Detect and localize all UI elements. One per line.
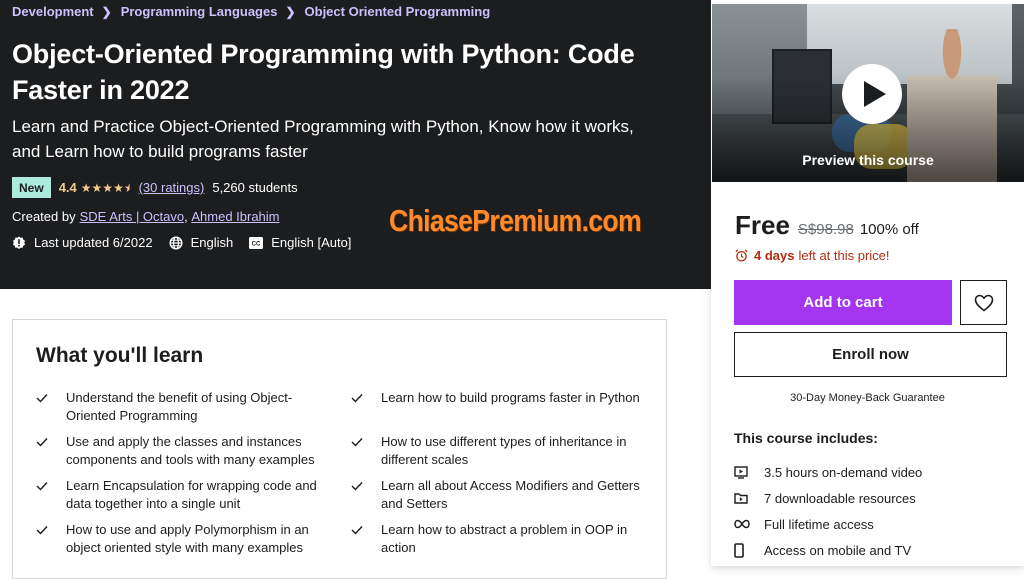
students-count: 5,260 students (212, 180, 298, 195)
current-price: Free (735, 210, 790, 240)
chevron-right-icon: ❯ (101, 4, 112, 19)
author-link-ahmed-ibrahim[interactable]: Ahmed Ibrahim (191, 209, 279, 224)
timer-text: left at this price! (798, 248, 890, 263)
learn-item: Learn all about Access Modifiers and Get… (351, 477, 656, 521)
mobile-icon (734, 542, 764, 558)
check-icon (36, 521, 66, 540)
language: English (169, 235, 234, 250)
language-text: English (190, 235, 234, 250)
wishlist-button[interactable] (960, 280, 1007, 325)
svg-text:CC: CC (252, 241, 261, 247)
include-item: Full lifetime access (734, 511, 922, 537)
author-link-sde-arts[interactable]: SDE Arts | Octavo (80, 209, 185, 224)
check-icon (36, 477, 66, 496)
original-price: S$98.98 (797, 221, 854, 238)
infinity-icon (734, 519, 764, 529)
captions-text: English [Auto] (271, 235, 352, 250)
closed-captions-icon: CC (249, 236, 264, 249)
chevron-right-icon: ❯ (285, 4, 296, 19)
learn-item: Use and apply the classes and instances … (36, 433, 351, 477)
course-subtitle: Learn and Practice Object-Oriented Progr… (12, 117, 634, 161)
course-preview[interactable]: Preview this course (712, 4, 1024, 182)
breadcrumb-programming-languages[interactable]: Programming Languages (121, 4, 278, 19)
ratings-link[interactable]: (30 ratings) (139, 180, 205, 195)
new-badge: New (12, 177, 51, 198)
play-icon (864, 81, 886, 107)
star-icon: ★ (113, 180, 124, 195)
star-icon: ★ (80, 180, 92, 195)
breadcrumb-oop[interactable]: Object Oriented Programming (305, 4, 491, 19)
days-left: 4 days (754, 248, 795, 263)
price-timer: 4 days left at this price! (735, 248, 890, 263)
star-icon: ★ (91, 180, 103, 195)
what-youll-learn-heading: What you'll learn (36, 344, 204, 367)
star-icon: ★ (102, 180, 114, 195)
last-updated-text: Last updated 6/2022 (34, 235, 153, 250)
include-item: 7 downloadable resources (734, 485, 922, 511)
check-icon (36, 389, 66, 408)
play-button[interactable] (842, 64, 902, 124)
learn-item: Learn how to build programs faster in Py… (351, 389, 656, 433)
last-updated: Last updated 6/2022 (12, 235, 153, 250)
price-row: Free S$98.98 100% off (735, 210, 919, 241)
learn-item: Learn how to abstract a problem in OOP i… (351, 521, 656, 565)
course-info-row: Last updated 6/2022 English CC English [… (12, 235, 367, 250)
include-item: Access on mobile and TV (734, 537, 922, 563)
watermark-logo: ChiasePremium.com (389, 203, 642, 238)
breadcrumb: Development ❯ Programming Languages ❯ Ob… (12, 4, 490, 19)
preview-label[interactable]: Preview this course (712, 152, 1024, 168)
include-item: 3.5 hours on-demand video (734, 459, 922, 485)
alarm-clock-icon (735, 249, 748, 262)
learn-item: Understand the benefit of using Object-O… (36, 389, 351, 433)
check-icon (36, 433, 66, 452)
course-includes-list: 3.5 hours on-demand video 7 downloadable… (734, 459, 922, 563)
heart-icon (974, 294, 993, 312)
discount-percent: 100% off (859, 221, 919, 238)
learn-item: How to use different types of inheritanc… (351, 433, 656, 477)
course-title: Object-Oriented Programming with Python:… (12, 39, 635, 105)
what-youll-learn-box: What you'll learn Understand the benefit… (12, 319, 667, 579)
check-icon (351, 477, 381, 496)
half-star-icon: ★ (123, 180, 135, 195)
globe-icon (169, 235, 183, 250)
rating-value: 4.4 (58, 180, 77, 195)
learn-item: Learn Encapsulation for wrapping code an… (36, 477, 351, 521)
captions: CC English [Auto] (249, 235, 351, 250)
money-back-guarantee: 30-Day Money-Back Guarantee (790, 392, 945, 404)
download-folder-icon (734, 492, 764, 504)
check-icon (351, 389, 381, 408)
author-separator: , (184, 209, 192, 224)
check-icon (351, 433, 381, 452)
learn-list: Understand the benefit of using Object-O… (36, 389, 656, 565)
enroll-now-button[interactable]: Enroll now (734, 332, 1007, 377)
add-to-cart-button[interactable]: Add to cart (734, 280, 952, 325)
video-icon (734, 465, 764, 479)
alert-badge-icon (13, 236, 25, 249)
created-by-label: Created by (12, 209, 76, 224)
learn-item: How to use and apply Polymorphism in an … (36, 521, 351, 565)
star-rating: ★★★★★ (81, 181, 135, 195)
course-includes-heading: This course includes: (734, 430, 878, 446)
breadcrumb-development[interactable]: Development (12, 4, 94, 19)
purchase-sidebar: Preview this course Free S$98.98 100% of… (711, 0, 1024, 566)
check-icon (351, 521, 381, 540)
rating-row: New 4.4 ★★★★★ (30 ratings) 5,260 student… (12, 177, 298, 198)
created-by-row: Created by SDE Arts | Octavo, Ahmed Ibra… (12, 209, 280, 224)
